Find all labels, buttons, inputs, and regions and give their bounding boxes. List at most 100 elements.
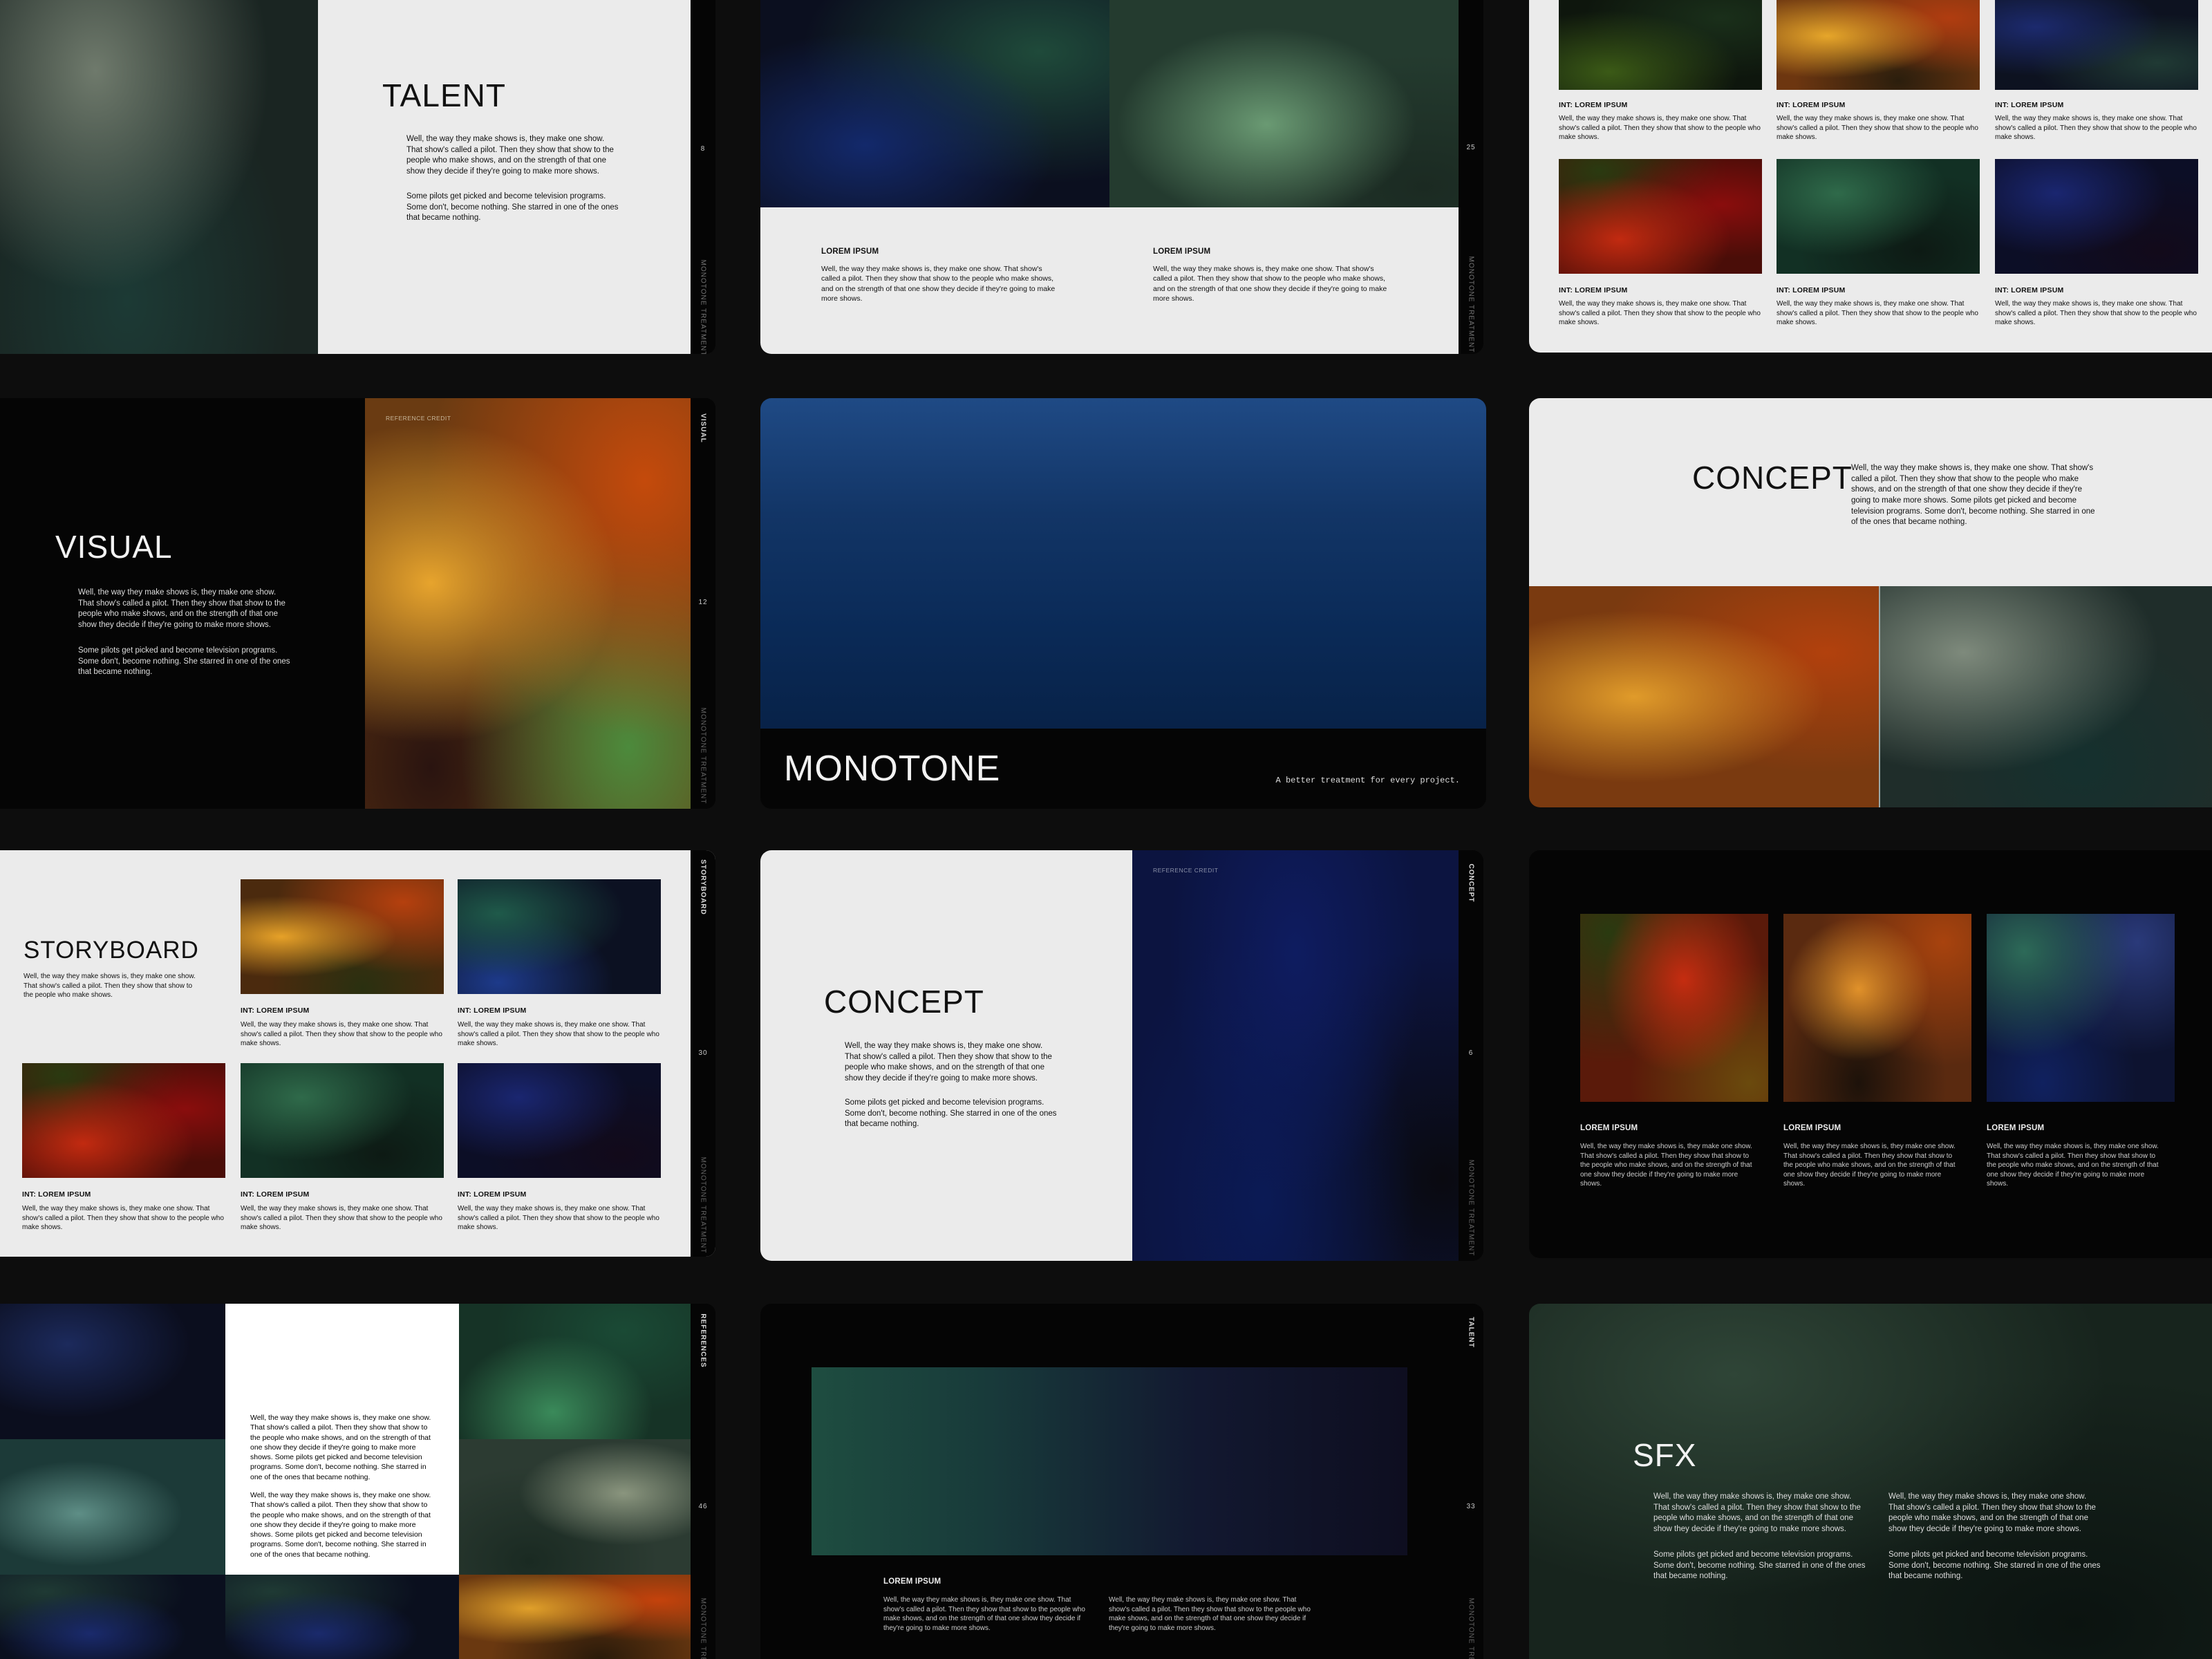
slide-paragraph: Well, the way they make shows is, they m… xyxy=(845,1042,1052,1082)
slide-concept-mid[interactable]: CONCEPT Well, the way they make shows is… xyxy=(760,850,1483,1261)
slide-image xyxy=(1529,586,1879,807)
grid-text: Well, the way they make shows is, they m… xyxy=(1777,115,1978,142)
page-number: 8 xyxy=(700,145,706,153)
reference-text-panel: Well, the way they make shows is, they m… xyxy=(225,1304,459,1575)
slide-title: TALENT xyxy=(382,77,506,113)
storyboard-frame xyxy=(22,1063,225,1178)
slide-paragraph: Well, the way they make shows is, they m… xyxy=(1580,1143,1752,1188)
slide-talent-two[interactable]: LOREM IPSUM Well, the way they make show… xyxy=(760,1304,1483,1659)
frame-caption: INT: LOREM IPSUM xyxy=(241,1006,310,1015)
footer-label: MONOTONE TREATMENT xyxy=(699,1156,707,1254)
side-strip: TALENT 33 MONOTONE TREATMENT xyxy=(1459,1304,1483,1659)
frame-text: Well, the way they make shows is, they m… xyxy=(241,1205,442,1232)
slide-image: REFERENCE CREDIT xyxy=(365,398,694,809)
slide-image: REFERENCE CREDIT xyxy=(1132,850,1459,1261)
slide-image xyxy=(1580,914,1768,1102)
slide-image xyxy=(812,1367,1407,1555)
side-strip: STORYBOARD 30 MONOTONE TREATMENT xyxy=(691,850,715,1257)
frame-caption: INT: LOREM IPSUM xyxy=(458,1006,527,1015)
grid-caption: INT: LOREM IPSUM xyxy=(1995,286,2064,294)
slide-cover[interactable]: MONOTONE A better treatment for every pr… xyxy=(760,398,1486,809)
slide-sfx[interactable]: SFX Well, the way they make shows is, th… xyxy=(1529,1304,2212,1659)
reference-credit: REFERENCE CREDIT xyxy=(1153,867,1219,874)
grid-text: Well, the way they make shows is, they m… xyxy=(1995,115,2197,142)
slide-paragraph: Well, the way they make shows is, they m… xyxy=(250,1414,431,1481)
side-strip: VISUAL 12 MONOTONE TREATMENT xyxy=(691,398,715,809)
slide-int-grid[interactable]: INT: LOREM IPSUM Well, the way they make… xyxy=(1529,0,2212,353)
slide-paragraph: Well, the way they make shows is, they m… xyxy=(883,1596,1085,1632)
storyboard-frame xyxy=(241,879,444,994)
footer-label: MONOTONE TREATMENT xyxy=(1467,1597,1475,1659)
storyboard-frame xyxy=(458,1063,661,1178)
grid-text: Well, the way they make shows is, they m… xyxy=(1995,300,2197,327)
slide-panel: CONCEPT Well, the way they make shows is… xyxy=(760,850,1132,1261)
frame-caption: INT: LOREM IPSUM xyxy=(22,1190,91,1199)
grid-text: Well, the way they make shows is, they m… xyxy=(1559,300,1761,327)
slide-panel: CONCEPT Well, the way they make shows is… xyxy=(1529,398,2212,586)
slide-image xyxy=(760,0,1109,207)
grid-caption: INT: LOREM IPSUM xyxy=(1995,101,2064,109)
grid-caption: INT: LOREM IPSUM xyxy=(1777,286,1846,294)
slide-paragraph: Some pilots get picked and become televi… xyxy=(845,1098,1057,1129)
slide-talent[interactable]: TALENT Well, the way they make shows is,… xyxy=(0,0,715,354)
slide-paragraph: Well, the way they make shows is, they m… xyxy=(1653,1492,1861,1533)
slide-paragraph: Well, the way they make shows is, they m… xyxy=(1851,464,2095,527)
side-label: CONCEPT xyxy=(1467,863,1475,903)
reference-image xyxy=(459,1439,694,1575)
footer-label: MONOTONE TREATMENT xyxy=(699,259,707,354)
page-number: 6 xyxy=(1468,1049,1474,1057)
grid-caption: INT: LOREM IPSUM xyxy=(1559,286,1628,294)
side-label: VISUAL xyxy=(699,413,707,443)
reference-image xyxy=(225,1575,459,1659)
storyboard-frame xyxy=(458,879,661,994)
reference-image xyxy=(0,1439,225,1575)
slide-panel: TALENT Well, the way they make shows is,… xyxy=(318,0,691,354)
slide-lorem-duo[interactable]: LOREM IPSUM Well, the way they make show… xyxy=(760,0,1483,354)
slide-title: STORYBOARD xyxy=(24,937,199,964)
grid-text: Well, the way they make shows is, they m… xyxy=(1777,300,1978,327)
slide-paragraph: Well, the way they make shows is, they m… xyxy=(406,135,614,176)
frame-text: Well, the way they make shows is, they m… xyxy=(458,1021,659,1048)
slide-paragraph: Well, the way they make shows is, they m… xyxy=(1153,265,1387,303)
storyboard-frame xyxy=(241,1063,444,1178)
slide-storyboard[interactable]: STORYBOARD Well, the way they make shows… xyxy=(0,850,715,1257)
reference-image xyxy=(0,1304,225,1439)
reference-image xyxy=(459,1304,694,1439)
reference-image xyxy=(0,1575,225,1659)
grid-image xyxy=(1995,0,2198,90)
slide-panel: LOREM IPSUM Well, the way they make show… xyxy=(760,207,1459,354)
slide-paragraph: Some pilots get picked and become televi… xyxy=(1888,1550,2101,1581)
page-number: 12 xyxy=(698,599,708,606)
grid-image xyxy=(1995,159,2198,274)
slide-visual[interactable]: VISUAL Well, the way they make shows is,… xyxy=(0,398,715,809)
page-number: 33 xyxy=(1466,1503,1476,1510)
side-strip: 8 MONOTONE TREATMENT xyxy=(691,0,715,354)
grid-image xyxy=(1559,159,1762,274)
slide-paragraph: Well, the way they make shows is, they m… xyxy=(250,1491,431,1559)
grid-caption: INT: LOREM IPSUM xyxy=(1559,101,1628,109)
slide-references[interactable]: Well, the way they make shows is, they m… xyxy=(0,1304,715,1659)
slide-caption: LOREM IPSUM xyxy=(1580,1124,1638,1132)
slide-paragraph: Well, the way they make shows is, they m… xyxy=(1109,1596,1311,1632)
grid-image xyxy=(1777,0,1980,90)
slide-lorem-trio[interactable]: LOREM IPSUM Well, the way they make show… xyxy=(1529,850,2212,1258)
slide-caption: LOREM IPSUM xyxy=(883,1577,941,1586)
slide-paragraph: Some pilots get picked and become televi… xyxy=(406,192,619,223)
side-strip: REFERENCES 46 MONOTONE TREATMENT xyxy=(691,1304,715,1659)
footer-label: MONOTONE TREATMENT xyxy=(699,1597,707,1659)
slide-paragraph: Well, the way they make shows is, they m… xyxy=(1783,1143,1956,1188)
slide-paragraph: Well, the way they make shows is, they m… xyxy=(821,265,1056,303)
slide-paragraph: Some pilots get picked and become televi… xyxy=(78,646,290,677)
page-number: 46 xyxy=(698,1503,708,1510)
frame-text: Well, the way they make shows is, they m… xyxy=(22,1205,224,1232)
page-number: 25 xyxy=(1466,144,1476,151)
footer-label: MONOTONE TREATMENT xyxy=(1467,1159,1475,1257)
footer-label: MONOTONE TREATMENT xyxy=(699,707,707,805)
slide-title: CONCEPT xyxy=(824,984,984,1020)
slide-image xyxy=(0,0,318,354)
grid-image xyxy=(1559,0,1762,90)
reference-credit: REFERENCE CREDIT xyxy=(386,415,451,422)
slide-paragraph: Well, the way they make shows is, they m… xyxy=(78,588,285,629)
side-label: STORYBOARD xyxy=(699,859,707,915)
slide-concept-right[interactable]: CONCEPT Well, the way they make shows is… xyxy=(1529,398,2212,807)
